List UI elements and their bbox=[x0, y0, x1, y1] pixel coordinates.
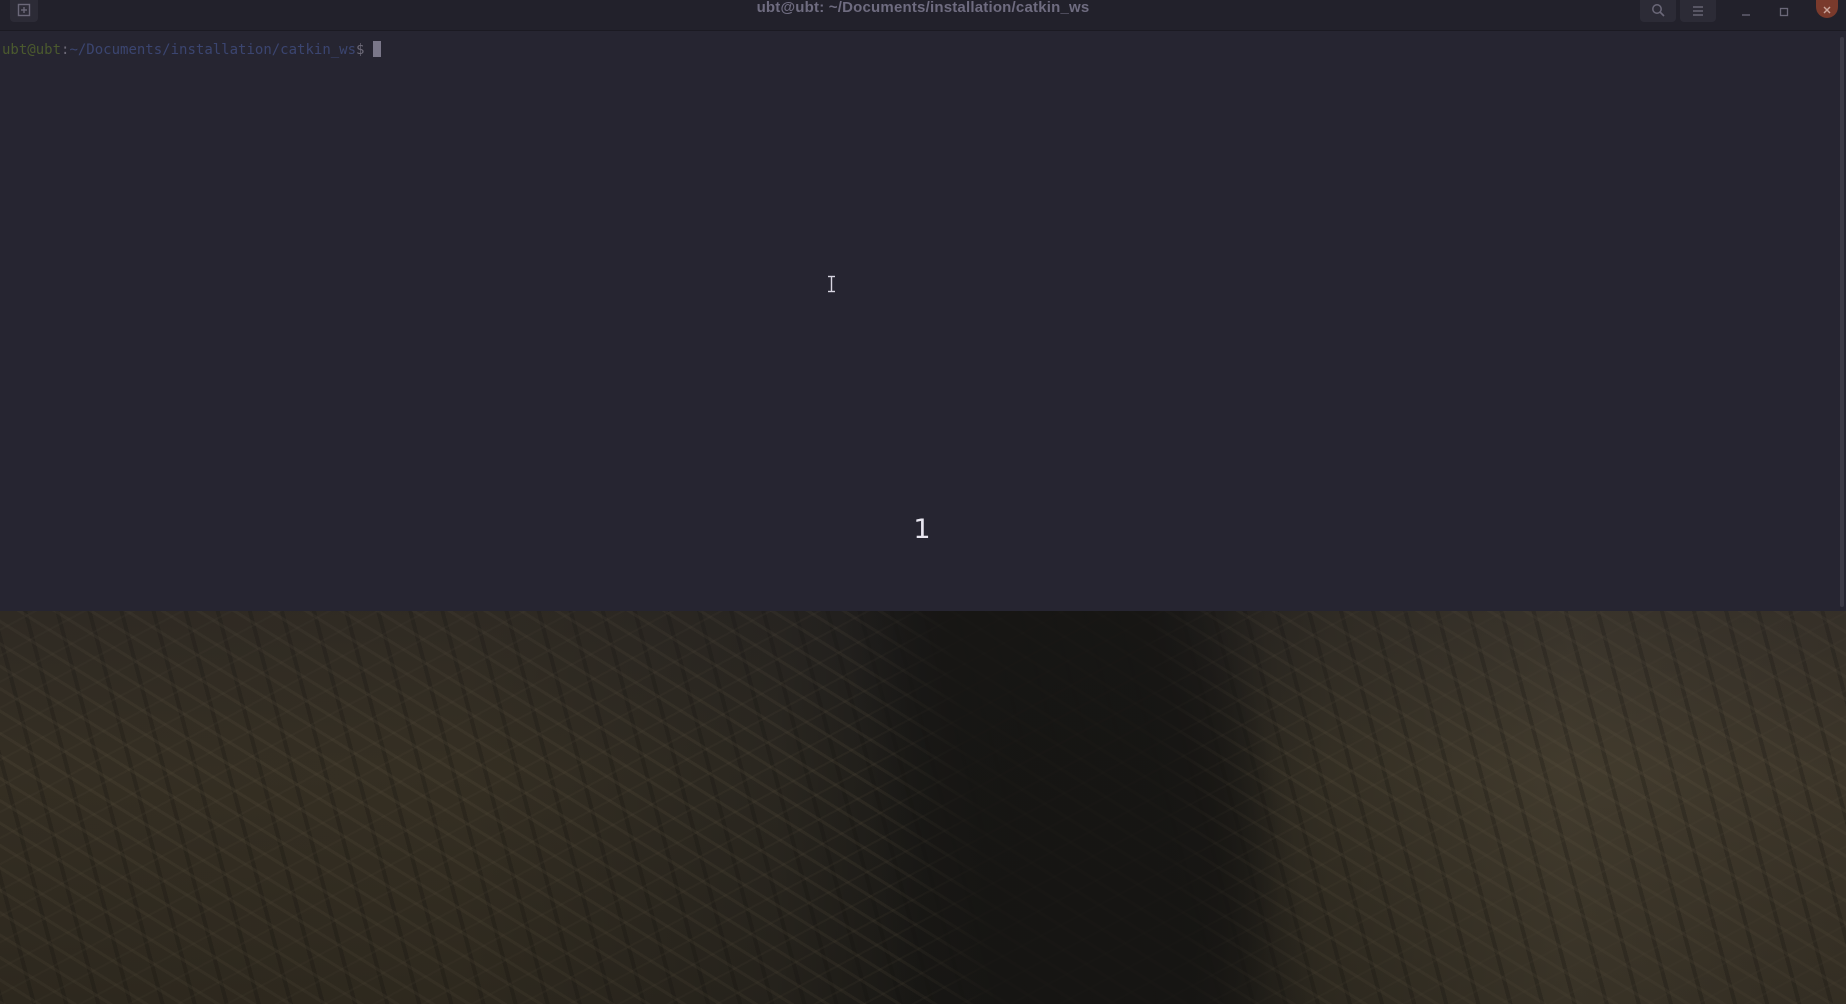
close-icon bbox=[1822, 0, 1832, 19]
window-title: ubt@ubt: ~/Documents/installation/catkin… bbox=[756, 0, 1090, 16]
search-icon bbox=[1651, 2, 1665, 21]
desktop-screen: ubt@ubt: ~/Documents/installation/catkin… bbox=[0, 0, 1846, 1004]
slide-number: 1 bbox=[913, 514, 931, 545]
prompt-user: ubt@ubt bbox=[2, 42, 62, 58]
terminal-area[interactable]: ubt@ubt:~/Documents/installation/catkin_… bbox=[0, 31, 1846, 611]
maximize-button[interactable] bbox=[1771, 0, 1797, 22]
minimize-icon bbox=[1741, 2, 1751, 21]
terminal-title-bar[interactable]: ubt@ubt: ~/Documents/installation/catkin… bbox=[0, 0, 1846, 31]
wallpaper-shadow bbox=[842, 611, 1318, 1004]
desktop-wallpaper bbox=[0, 611, 1846, 1004]
i-beam-cursor-icon bbox=[826, 275, 837, 293]
search-button[interactable] bbox=[1640, 0, 1676, 22]
prompt-symbol: $ bbox=[356, 42, 365, 58]
maximize-icon bbox=[1779, 2, 1789, 21]
minimize-button[interactable] bbox=[1733, 0, 1759, 22]
terminal-cursor bbox=[373, 41, 382, 57]
menu-button[interactable] bbox=[1680, 0, 1716, 22]
shell-prompt: ubt@ubt:~/Documents/installation/catkin_… bbox=[2, 41, 382, 59]
scrollbar[interactable] bbox=[1840, 37, 1844, 607]
prompt-path: ~/Documents/installation/catkin_ws bbox=[69, 42, 357, 58]
hamburger-menu-icon bbox=[1691, 2, 1705, 21]
